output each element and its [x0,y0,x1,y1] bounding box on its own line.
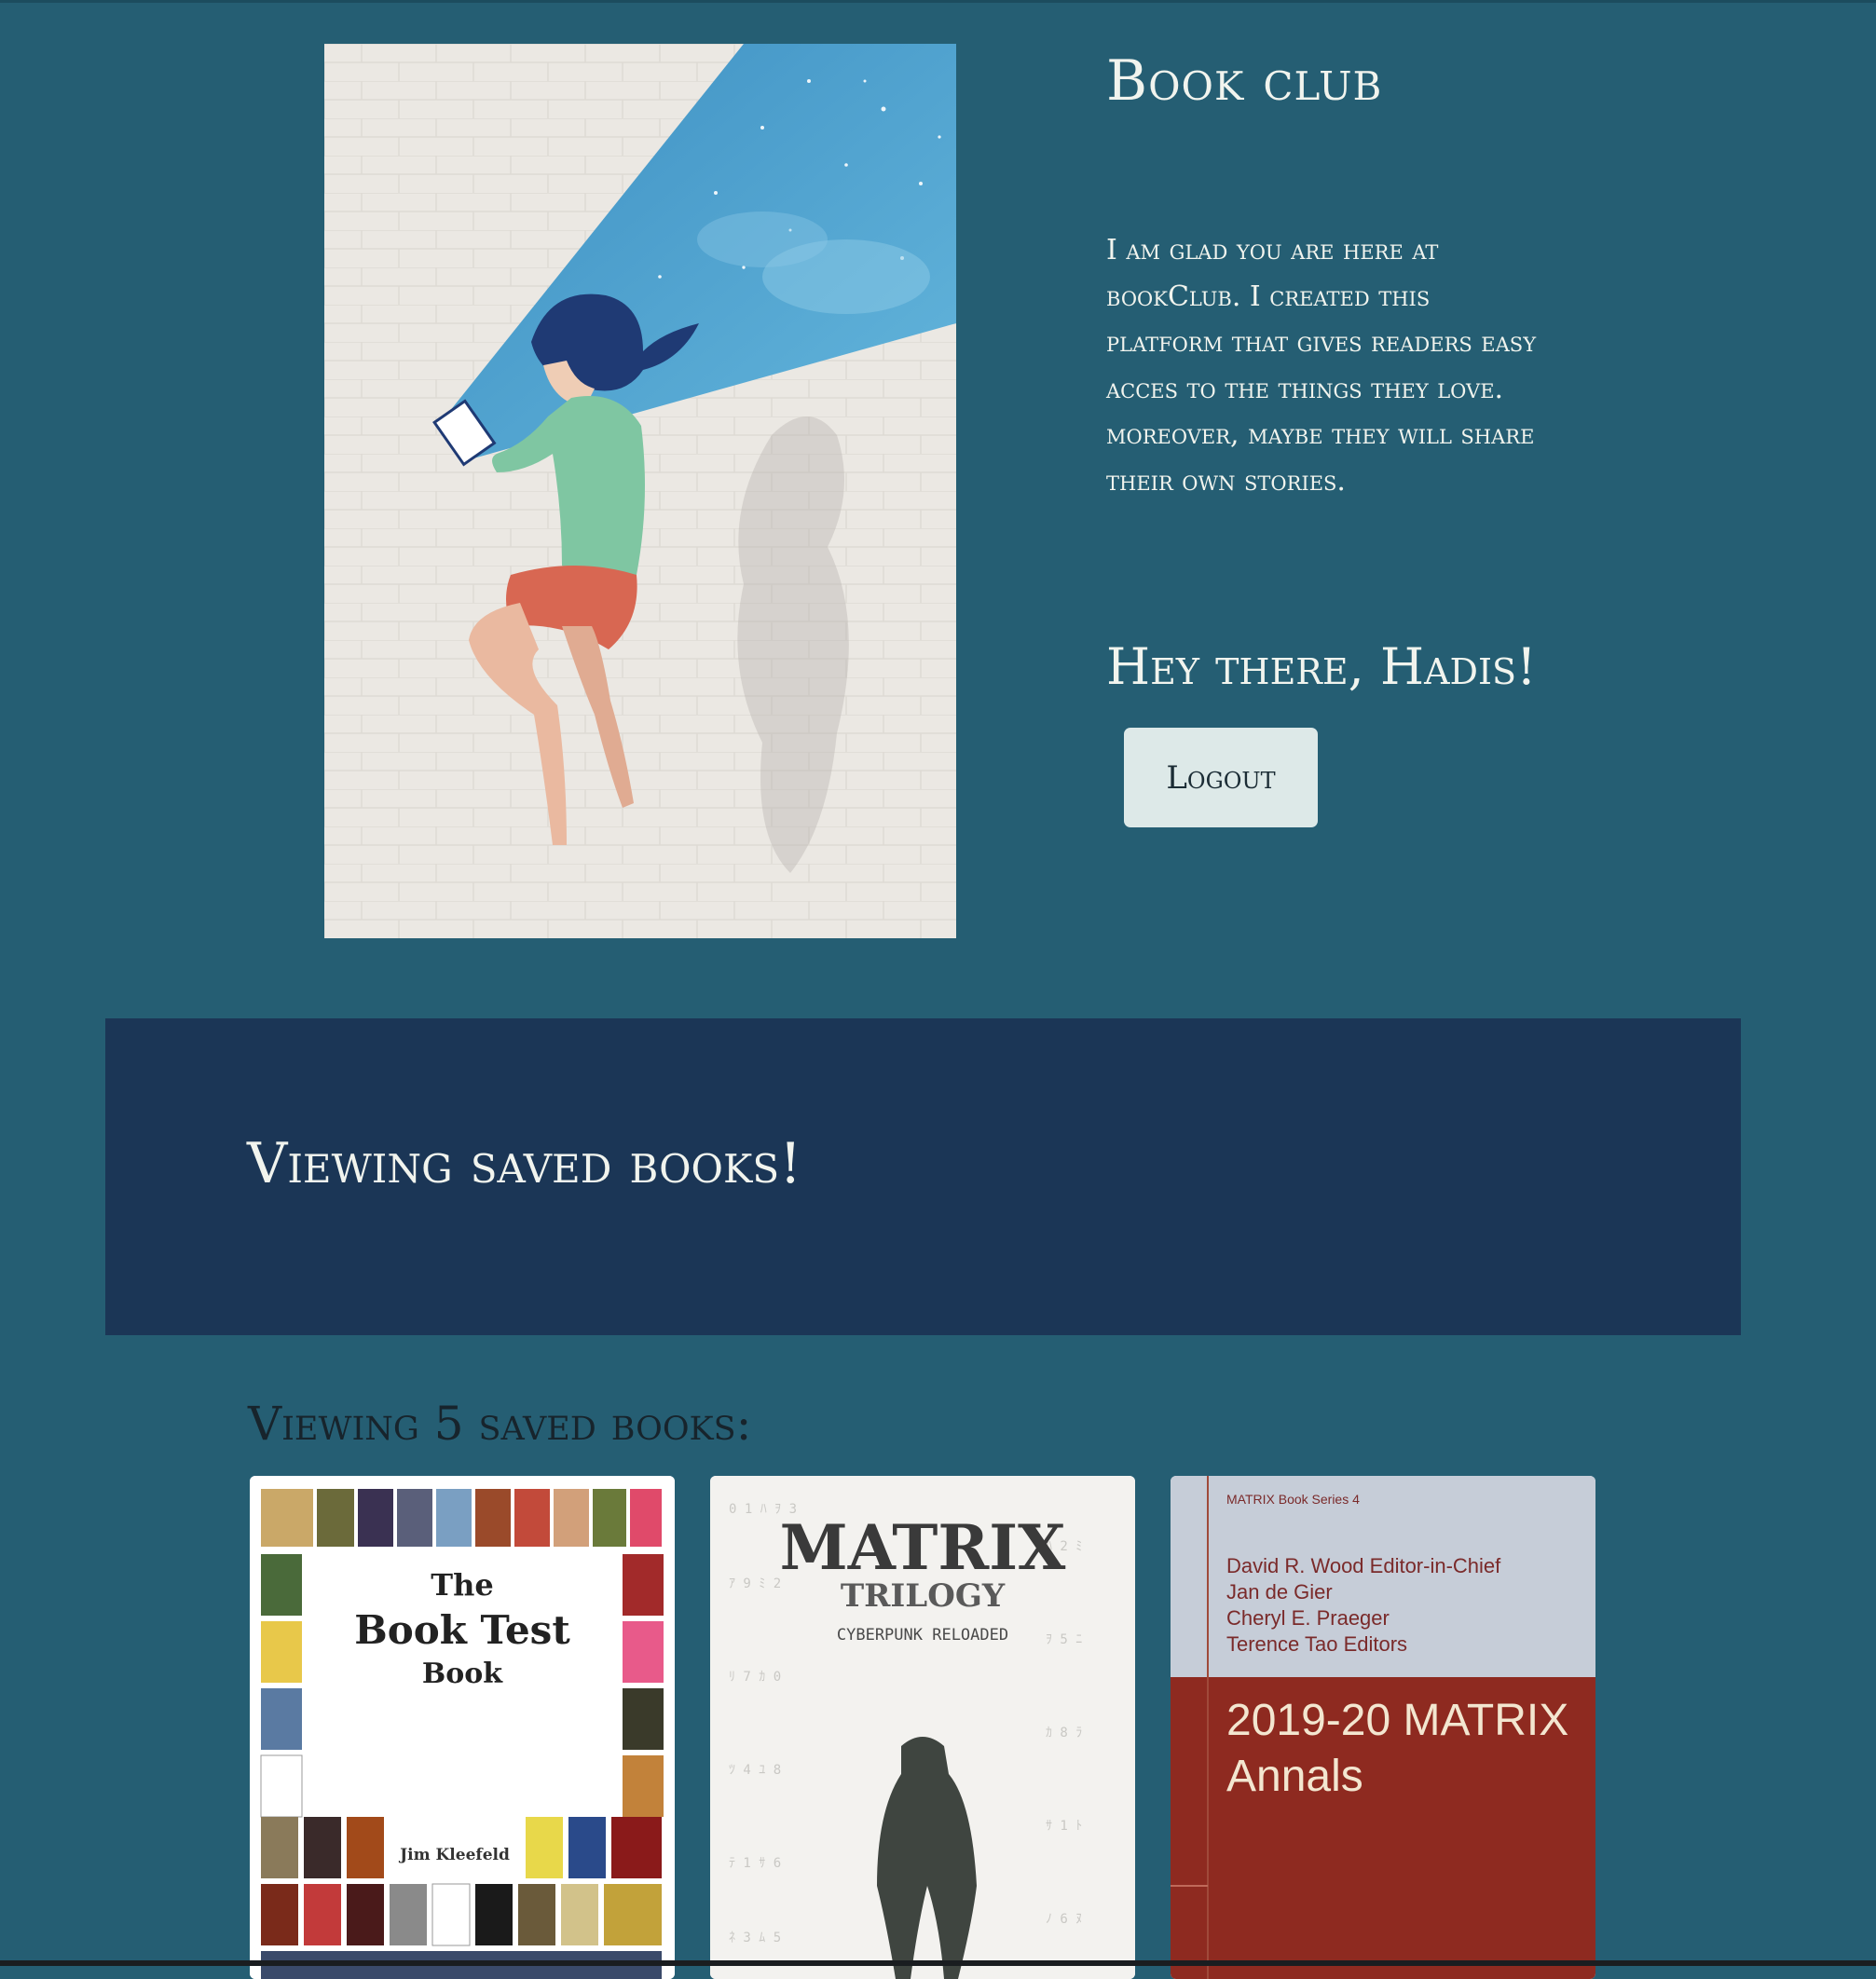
intro-text: I am glad you are here at bookClub. I cr… [1106,234,1537,498]
site-title: Book club [1106,48,1383,114]
cover-editor-1: David R. Wood Editor-in-Chief [1226,1554,1501,1577]
cover-title: MATRIX [780,1511,1066,1584]
logout-button[interactable]: Logout [1124,728,1318,827]
cover-title-line1: 2019-20 MATRIX [1226,1696,1568,1745]
top-border [0,0,1876,3]
svg-text:ﾂ 4 ﾕ 8: ﾂ 4 ﾕ 8 [729,1763,781,1778]
svg-text:ｶ 8 ﾗ: ｶ 8 ﾗ [1046,1726,1082,1740]
book-cover-matrix-annals: MATRIX Book Series 4 David R. Wood Edito… [1171,1476,1595,1979]
cover-editor-3: Cheryl E. Praeger [1226,1606,1390,1630]
cover-author: Jim Kleefeld [398,1846,510,1864]
saved-books-banner: Viewing saved books! [105,1018,1741,1335]
cover-title-line2: Annals [1226,1752,1363,1801]
saved-books-heading: Viewing 5 saved books: [248,1397,752,1451]
book-cover-test-book: The Book Test Book Jim Kleefeld [250,1476,675,1979]
svg-text:ｦ 5 ﾆ: ｦ 5 ﾆ [1046,1632,1082,1647]
cover-title-line1: The [431,1567,493,1603]
cover-editor-2: Jan de Gier [1226,1580,1333,1604]
book-card[interactable]: MATRIX Book Series 4 David R. Wood Edito… [1171,1476,1595,1979]
cover-editor-4: Terence Tao Editors [1226,1632,1407,1656]
cover-title-line3: Book [422,1658,503,1690]
cover-tagline: CYBERPUNK RELOADED [837,1626,1008,1645]
svg-text:ﾘ 7 ｶ 0: ﾘ 7 ｶ 0 [729,1670,781,1685]
book-card[interactable]: 0 1 ﾊ ｦ 3ｱ 9 ﾐ 2ﾘ 7 ｶ 0 ﾂ 4 ﾕ 8ﾃ 1 ｻ 6ﾈ … [710,1476,1135,1979]
cover-subtitle: TRILOGY [841,1577,1006,1615]
greeting: Hey there, Hadis! [1106,637,1537,696]
svg-text:ﾃ 1 ｻ 6: ﾃ 1 ｻ 6 [729,1856,781,1871]
banner-title: Viewing saved books! [247,1131,802,1196]
cover-series: MATRIX Book Series 4 [1226,1492,1360,1507]
book-card[interactable]: The Book Test Book Jim Kleefeld [250,1476,675,1979]
svg-text:ｱ 9 ﾐ 2: ｱ 9 ﾐ 2 [729,1576,781,1591]
bottom-edge [0,1960,1876,1966]
girl-reading-illustration-icon [324,44,956,938]
cover-title-line2: Book Test [354,1607,570,1653]
svg-text:ﾉ 6 ﾇ: ﾉ 6 ﾇ [1046,1912,1082,1927]
svg-text:ﾈ 3 ﾑ 5: ﾈ 3 ﾑ 5 [729,1931,781,1945]
book-cover-matrix-trilogy: 0 1 ﾊ ｦ 3ｱ 9 ﾐ 2ﾘ 7 ｶ 0 ﾂ 4 ﾕ 8ﾃ 1 ｻ 6ﾈ … [710,1476,1135,1979]
svg-text:ｻ 1 ﾄ: ｻ 1 ﾄ [1046,1819,1082,1834]
